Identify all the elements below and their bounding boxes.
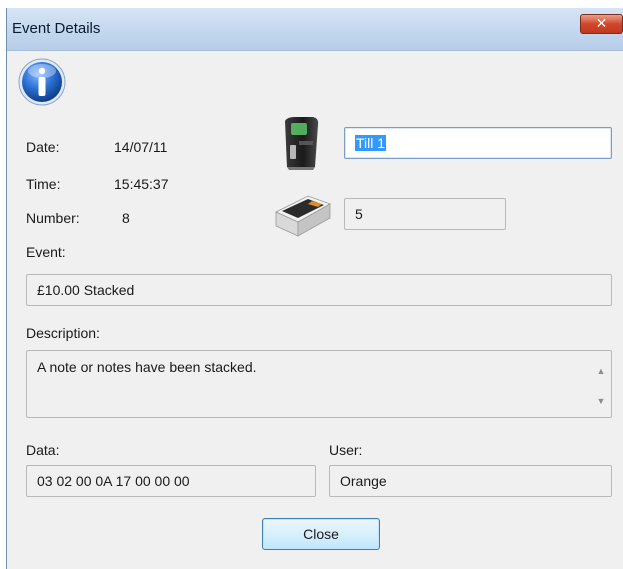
note-cassette-icon	[275, 195, 331, 237]
event-value: £10.00 Stacked	[37, 282, 135, 298]
cassette-value: 5	[355, 206, 363, 222]
data-value: 03 02 00 0A 17 00 00 00	[37, 473, 190, 489]
description-textarea[interactable]: A note or notes have been stacked. ▲ ▼	[26, 350, 612, 418]
time-label: Time:	[26, 176, 61, 192]
user-field[interactable]: Orange	[329, 465, 612, 497]
window-title: Event Details	[12, 20, 101, 37]
data-label: Data:	[26, 442, 60, 458]
user-value: Orange	[340, 473, 387, 489]
window-close-button[interactable]: ✕	[580, 14, 623, 34]
number-label: Number:	[26, 210, 80, 226]
data-field[interactable]: 03 02 00 0A 17 00 00 00	[26, 465, 316, 497]
number-value: 8	[122, 210, 130, 226]
scroll-up-arrow-icon[interactable]: ▲	[595, 365, 607, 377]
user-label: User:	[329, 442, 363, 458]
time-value: 15:45:37	[114, 176, 169, 192]
close-icon: ✕	[595, 15, 608, 31]
date-label: Date:	[26, 139, 60, 155]
description-label: Description:	[26, 325, 100, 341]
till-terminal-icon	[285, 117, 319, 170]
till-field[interactable]: Till 1	[344, 127, 612, 159]
event-field[interactable]: £10.00 Stacked	[26, 274, 612, 306]
info-icon	[18, 58, 66, 106]
title-bar[interactable]: Event Details ✕	[7, 8, 623, 51]
date-value: 14/07/11	[114, 139, 168, 155]
close-button[interactable]: Close	[262, 518, 380, 550]
cassette-field[interactable]: 5	[344, 198, 506, 230]
till-value: Till 1	[355, 135, 387, 151]
scroll-down-arrow-icon[interactable]: ▼	[595, 395, 607, 407]
close-button-label: Close	[303, 526, 339, 542]
description-value: A note or notes have been stacked.	[37, 359, 257, 375]
event-label: Event:	[26, 244, 66, 260]
